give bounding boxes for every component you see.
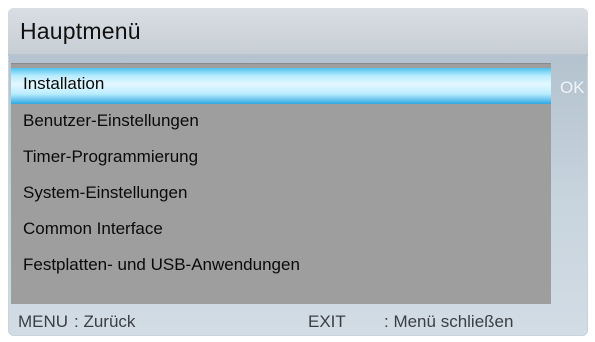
menu-key-label: MENU bbox=[18, 312, 69, 331]
menu-item-benutzer-einstellungen[interactable]: Benutzer-Einstellungen bbox=[11, 104, 551, 140]
menu-item-system-einstellungen[interactable]: System-Einstellungen bbox=[11, 176, 551, 212]
menu-item-label: Common Interface bbox=[23, 219, 163, 238]
menu-item-common-interface[interactable]: Common Interface bbox=[11, 212, 551, 248]
menu-item-festplatten-usb[interactable]: Festplatten- und USB-Anwendungen bbox=[11, 248, 551, 284]
main-menu-window: Hauptmenü Installation Benutzer-Einstell… bbox=[8, 8, 588, 336]
menu-item-label: Festplatten- und USB-Anwendungen bbox=[23, 255, 300, 274]
footer-hints: MENU : Zurück EXIT : Menü schließen bbox=[8, 304, 588, 336]
exit-key-action: : Menü schließen bbox=[384, 312, 514, 331]
menu-list: Installation Benutzer-Einstellungen Time… bbox=[11, 63, 551, 304]
menu-item-label: System-Einstellungen bbox=[23, 183, 188, 202]
title-bar: Hauptmenü bbox=[8, 8, 588, 56]
exit-key-label: EXIT bbox=[308, 312, 346, 331]
page-title: Hauptmenü bbox=[20, 18, 141, 44]
menu-item-timer-programmierung[interactable]: Timer-Programmierung bbox=[11, 140, 551, 176]
menu-item-label: Timer-Programmierung bbox=[23, 147, 199, 166]
menu-item-label: Benutzer-Einstellungen bbox=[23, 111, 199, 130]
menu-item-installation[interactable]: Installation bbox=[11, 68, 551, 104]
menu-key-action: : Zurück bbox=[74, 312, 136, 331]
ok-hint: OK bbox=[560, 78, 585, 97]
menu-item-label: Installation bbox=[23, 74, 105, 93]
